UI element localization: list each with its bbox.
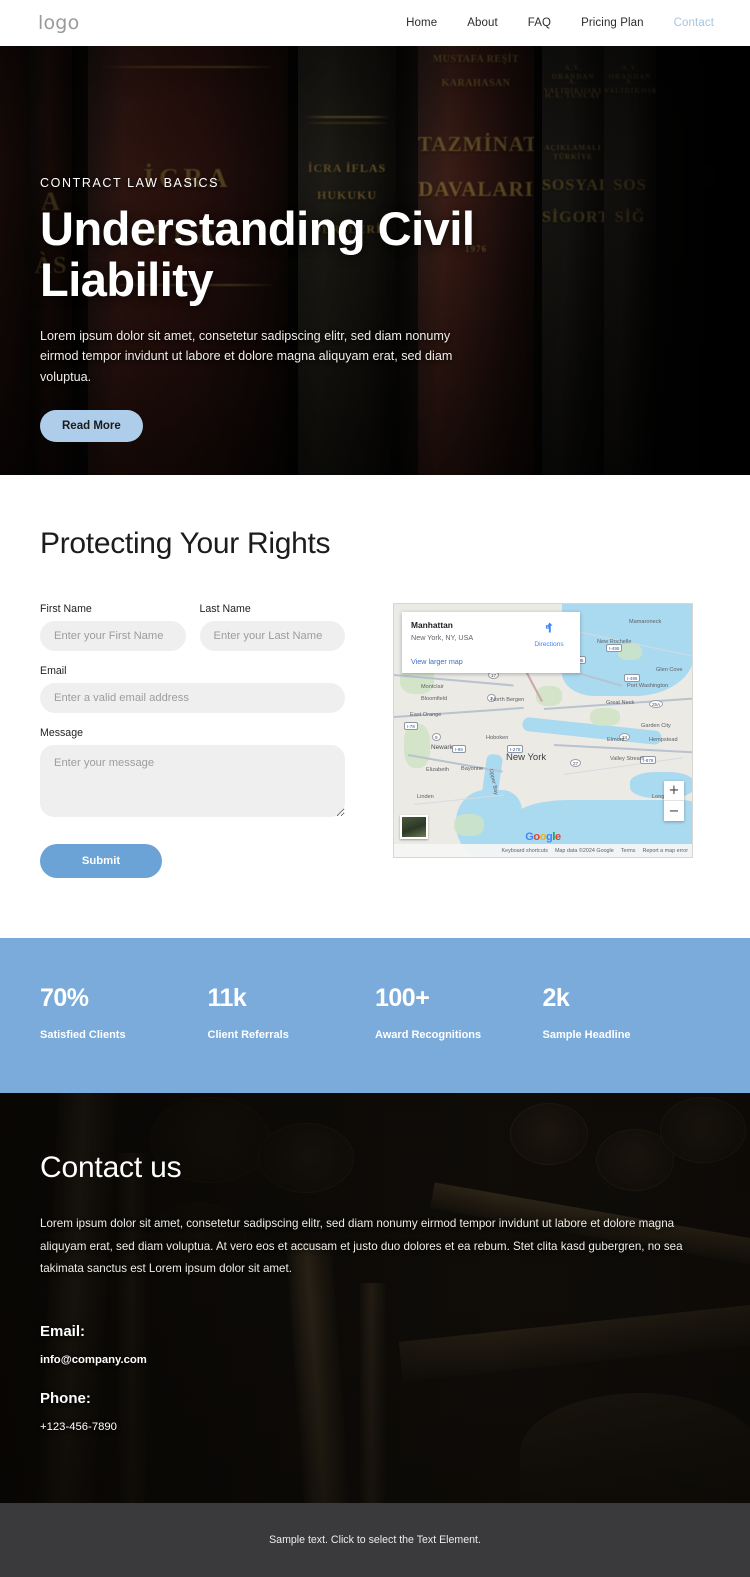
site-footer: Sample text. Click to select the Text El… (0, 1502, 750, 1577)
last-name-field-group: Last Name (199, 603, 345, 651)
map-label: Bloomfield (421, 696, 448, 702)
stat-item: 100+ Award Recognitions (375, 984, 543, 1041)
google-logo: Google (525, 831, 561, 843)
terms-link[interactable]: Terms (621, 848, 636, 854)
email-label: Email (40, 665, 67, 677)
map-park-d (590, 708, 620, 726)
map-label: Bayonne (461, 766, 484, 772)
nav-link-home[interactable]: Home (406, 17, 437, 29)
first-name-label: First Name (40, 603, 92, 615)
contact-title: Contact us (40, 1151, 182, 1184)
stat-label: Satisfied Clients (40, 1029, 126, 1041)
map-label: Glen Cove (656, 667, 683, 673)
first-name-input[interactable] (40, 621, 186, 651)
directions-icon (545, 622, 553, 633)
view-larger-map-link[interactable]: View larger map (411, 657, 571, 666)
first-name-field-group: First Name (40, 603, 186, 651)
email-heading: Email: (40, 1322, 86, 1340)
submit-button[interactable]: Submit (40, 844, 162, 878)
nav-link-contact[interactable]: Contact (674, 17, 714, 29)
map-attribution-bar: Keyboard shortcuts Map data ©2024 Google… (394, 844, 692, 857)
hero-title: Understanding Civil Liability (40, 202, 475, 306)
map-label: Elmont (607, 737, 625, 743)
directions-label: Directions (534, 641, 564, 648)
map-highway-shield: I-495 (624, 674, 641, 682)
map-park-b (404, 724, 430, 768)
stat-item: 70% Satisfied Clients (40, 984, 208, 1041)
map-label: Hoboken (486, 735, 509, 741)
stat-value: 2k (542, 984, 570, 1012)
nav-link-faq[interactable]: FAQ (528, 17, 551, 29)
map-label: Garden City (641, 723, 671, 729)
map-label: Port Washington (627, 683, 669, 689)
hero-section: A ÀS İCRA İFLÂS İCRA İFLAS HUKUKU DERSLE… (0, 46, 750, 475)
map-place-subtitle: New York, NY, USA (411, 633, 474, 642)
email-field-group: Email (40, 665, 345, 713)
stat-label: Sample Headline (542, 1029, 631, 1041)
map-label: East Orange (410, 712, 442, 718)
logo[interactable]: logo (38, 12, 79, 34)
directions-button[interactable]: Directions (527, 620, 571, 648)
message-label: Message (40, 727, 83, 739)
map-highway-shield: I-495 (606, 644, 623, 652)
map-zoom-controls: + − (664, 781, 684, 821)
stat-item: 2k Sample Headline (543, 984, 711, 1041)
site-header: logo Home About FAQ Pricing Plan Contact (0, 0, 750, 46)
stat-label: Client Referrals (207, 1029, 289, 1041)
map-info-card: Manhattan New York, NY, USA Directions V… (402, 612, 580, 673)
map-label: New Rochelle (597, 639, 632, 645)
map-park-e (454, 814, 484, 836)
map-label: Montclair (421, 684, 444, 690)
map-highway-shield: I-95 (452, 745, 466, 753)
map-label: Great Neck (606, 700, 635, 706)
street-view-thumbnail[interactable] (400, 815, 428, 839)
google-map-embed[interactable]: I-78 9 I-95 17 2 I-95 I-295 I-495 I-495 … (393, 603, 693, 858)
contact-paragraph: Lorem ipsum dolor sit amet, consetetur s… (40, 1217, 683, 1276)
last-name-input[interactable] (199, 621, 345, 651)
zoom-out-button[interactable]: − (664, 801, 684, 821)
stat-item: 11k Client Referrals (208, 984, 376, 1041)
map-label: Mamaroneck (629, 619, 662, 625)
nav-link-pricing-plan[interactable]: Pricing Plan (581, 17, 644, 29)
message-field-group: Message (40, 727, 345, 822)
map-label: Newark (431, 744, 453, 751)
map-place-title: Manhattan (411, 620, 453, 630)
map-label: Elizabeth (426, 767, 450, 773)
map-data-attribution: Map data ©2024 Google (554, 847, 614, 854)
map-label: Linden (417, 794, 434, 800)
last-name-label: Last Name (199, 603, 251, 615)
map-column: I-78 9 I-95 17 2 I-95 I-295 I-495 I-495 … (393, 603, 693, 858)
contact-form: First Name Last Name Email Message Submi… (40, 603, 345, 878)
contact-section: Contact us Lorem ipsum dolor sit amet, c… (0, 1093, 750, 1503)
zoom-in-button[interactable]: + (664, 781, 684, 801)
map-highway-shield: I-78 (404, 722, 418, 730)
section-title: Protecting Your Rights (40, 527, 331, 560)
stat-value: 70% (40, 984, 89, 1012)
email-input[interactable] (40, 683, 345, 713)
map-label: Long (652, 794, 665, 800)
message-textarea[interactable] (40, 745, 345, 817)
map-label: Hempstead (649, 737, 678, 743)
stat-value: 100+ (375, 984, 430, 1012)
footer-text[interactable]: Sample text. Click to select the Text El… (269, 1534, 481, 1546)
map-highway-shield: 9 (432, 733, 441, 741)
report-map-error-link[interactable]: Report a map error (642, 848, 688, 854)
stat-value: 11k (207, 984, 247, 1012)
map-label: New York (506, 752, 547, 763)
protecting-rights-section: Protecting Your Rights First Name Last N… (0, 475, 750, 938)
stat-label: Award Recognitions (375, 1029, 482, 1041)
hero-subtitle: Lorem ipsum dolor sit amet, consetetur s… (40, 328, 453, 385)
main-navigation: Home About FAQ Pricing Plan Contact (406, 17, 714, 29)
phone-heading: Phone: (40, 1389, 91, 1407)
nav-link-about[interactable]: About (467, 17, 498, 29)
read-more-button[interactable]: Read More (40, 409, 143, 442)
map-label: Valley Stream (610, 756, 645, 762)
keyboard-shortcuts-link[interactable]: Keyboard shortcuts (501, 848, 547, 854)
email-value[interactable]: info@company.com (40, 1354, 710, 1366)
hero-eyebrow: CONTRACT LAW BASICS (40, 176, 220, 190)
map-label: North Bergen (491, 697, 525, 703)
statistics-band: 70% Satisfied Clients 11k Client Referra… (0, 938, 750, 1093)
